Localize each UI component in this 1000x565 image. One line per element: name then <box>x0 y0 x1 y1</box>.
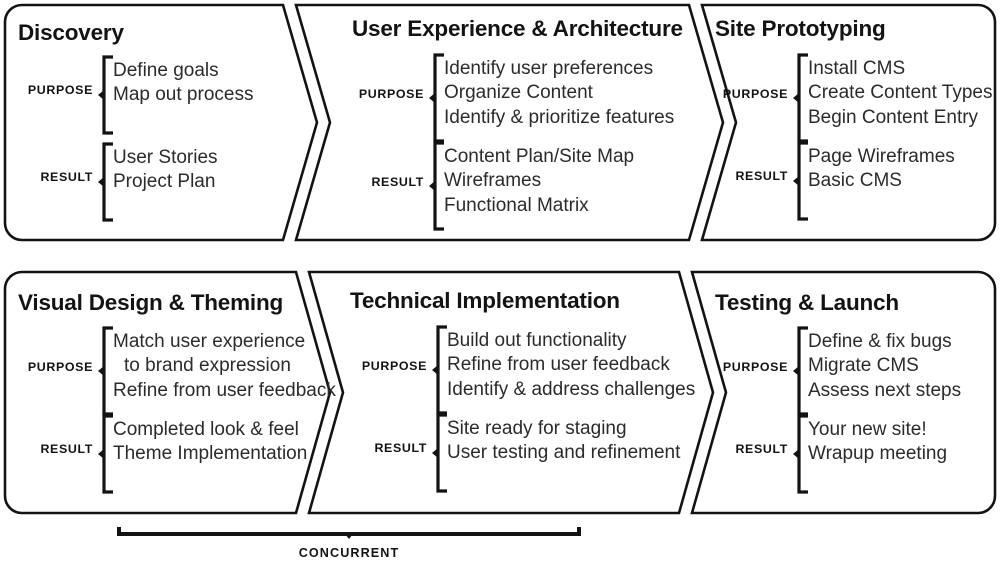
list-item: Define goals <box>113 60 219 81</box>
list-item: Wrapup meeting <box>808 443 948 465</box>
list-item: Identify & address challenges <box>447 378 696 400</box>
section-label-purpose: PURPOSE <box>27 360 93 374</box>
section-label-result: RESULT <box>735 442 788 456</box>
items-result-technical-implementation: Site ready for staging User testing and … <box>447 417 680 466</box>
list-item: Organize Content <box>444 82 593 104</box>
list-item: User testing and refinement <box>447 442 681 464</box>
panel-discovery[interactable]: Discovery PURPOSE Define goals Map out p… <box>0 0 320 245</box>
items-purpose-technical-implementation: Build out functionality Refine from user… <box>447 329 695 402</box>
section-label-result: RESULT <box>735 169 788 183</box>
panel-title-technical-implementation: Technical Implementation <box>350 288 620 313</box>
list-item: Identify & prioritize features <box>444 106 675 128</box>
section-label-purpose: PURPOSE <box>722 360 788 374</box>
items-result-testing-launch: Your new site! Wrapup meeting <box>808 418 947 467</box>
items-result-user-experience-architecture: Content Plan/Site Map Wireframes Functio… <box>444 145 634 218</box>
list-item: Content Plan/Site Map <box>444 146 635 167</box>
items-result-discovery: User Stories Project Plan <box>113 146 218 195</box>
list-item: Project Plan <box>113 171 216 193</box>
concurrent-bracket-tick <box>345 534 353 539</box>
items-purpose-discovery: Define goals Map out process <box>113 59 253 108</box>
list-item: Migrate CMS <box>808 355 919 377</box>
list-item: Build out functionality <box>447 330 627 351</box>
items-purpose-testing-launch: Define & fix bugs Migrate CMS Assess nex… <box>808 330 961 403</box>
panel-title-discovery: Discovery <box>18 20 124 45</box>
items-purpose-visual-design-theming: Match user experience to brand expressio… <box>113 330 336 403</box>
diagram-canvas: Discovery PURPOSE Define goals Map out p… <box>0 0 1000 565</box>
list-item: Identify user preferences <box>444 58 654 79</box>
list-item: Functional Matrix <box>444 194 589 216</box>
list-item: User Stories <box>113 147 218 168</box>
panel-title-testing-launch: Testing & Launch <box>715 290 899 315</box>
section-label-purpose: PURPOSE <box>27 83 93 97</box>
list-item: Create Content Types <box>808 82 993 104</box>
panel-testing-launch[interactable]: Testing & Launch PURPOSE Define & fix bu… <box>692 272 1000 517</box>
list-item: Site ready for staging <box>447 418 627 439</box>
list-item: Assess next steps <box>808 379 962 401</box>
panel-title-site-prototyping: Site Prototyping <box>715 16 886 41</box>
section-label-purpose: PURPOSE <box>361 359 427 373</box>
concurrent-label: CONCURRENT <box>298 546 400 560</box>
panel-site-prototyping[interactable]: Site Prototyping PURPOSE Install CMS Cre… <box>702 0 1000 245</box>
items-result-site-prototyping: Page Wireframes Basic CMS <box>808 145 955 194</box>
items-purpose-user-experience-architecture: Identify user preferences Organize Conte… <box>444 57 674 130</box>
list-item: Match user experience <box>113 331 306 352</box>
section-label-purpose: PURPOSE <box>358 87 424 101</box>
panel-user-experience-architecture[interactable]: User Experience & Architecture PURPOSE I… <box>296 0 726 245</box>
panel-title-user-experience-architecture: User Experience & Architecture <box>352 16 683 41</box>
section-label-result: RESULT <box>40 442 93 456</box>
list-item: Begin Content Entry <box>808 106 979 128</box>
list-item: Refine from user feedback <box>113 379 336 401</box>
section-label-result: RESULT <box>371 175 424 189</box>
items-result-visual-design-theming: Completed look & feel Theme Implementati… <box>113 418 307 467</box>
list-item: Wireframes <box>444 170 542 192</box>
section-label-result: RESULT <box>40 170 93 184</box>
list-item: Completed look & feel <box>113 419 299 440</box>
list-item: Your new site! <box>808 419 927 440</box>
list-item: Define & fix bugs <box>808 331 952 352</box>
list-item: Refine from user feedback <box>447 354 670 376</box>
items-purpose-site-prototyping: Install CMS Create Content Types Begin C… <box>808 57 992 130</box>
panel-visual-design-theming[interactable]: Visual Design & Theming PURPOSE Match us… <box>0 272 336 517</box>
section-label-purpose: PURPOSE <box>722 87 788 101</box>
list-item: Map out process <box>113 84 254 106</box>
panel-technical-implementation[interactable]: Technical Implementation PURPOSE Build o… <box>309 272 719 517</box>
panel-title-visual-design-theming: Visual Design & Theming <box>18 290 284 315</box>
list-item: Theme Implementation <box>113 443 308 465</box>
concurrent-bracket <box>117 527 581 536</box>
list-item: to brand expression <box>124 355 291 377</box>
list-item: Page Wireframes <box>808 146 955 167</box>
list-item: Install CMS <box>808 58 906 79</box>
section-label-result: RESULT <box>374 441 427 455</box>
list-item: Basic CMS <box>808 170 902 192</box>
